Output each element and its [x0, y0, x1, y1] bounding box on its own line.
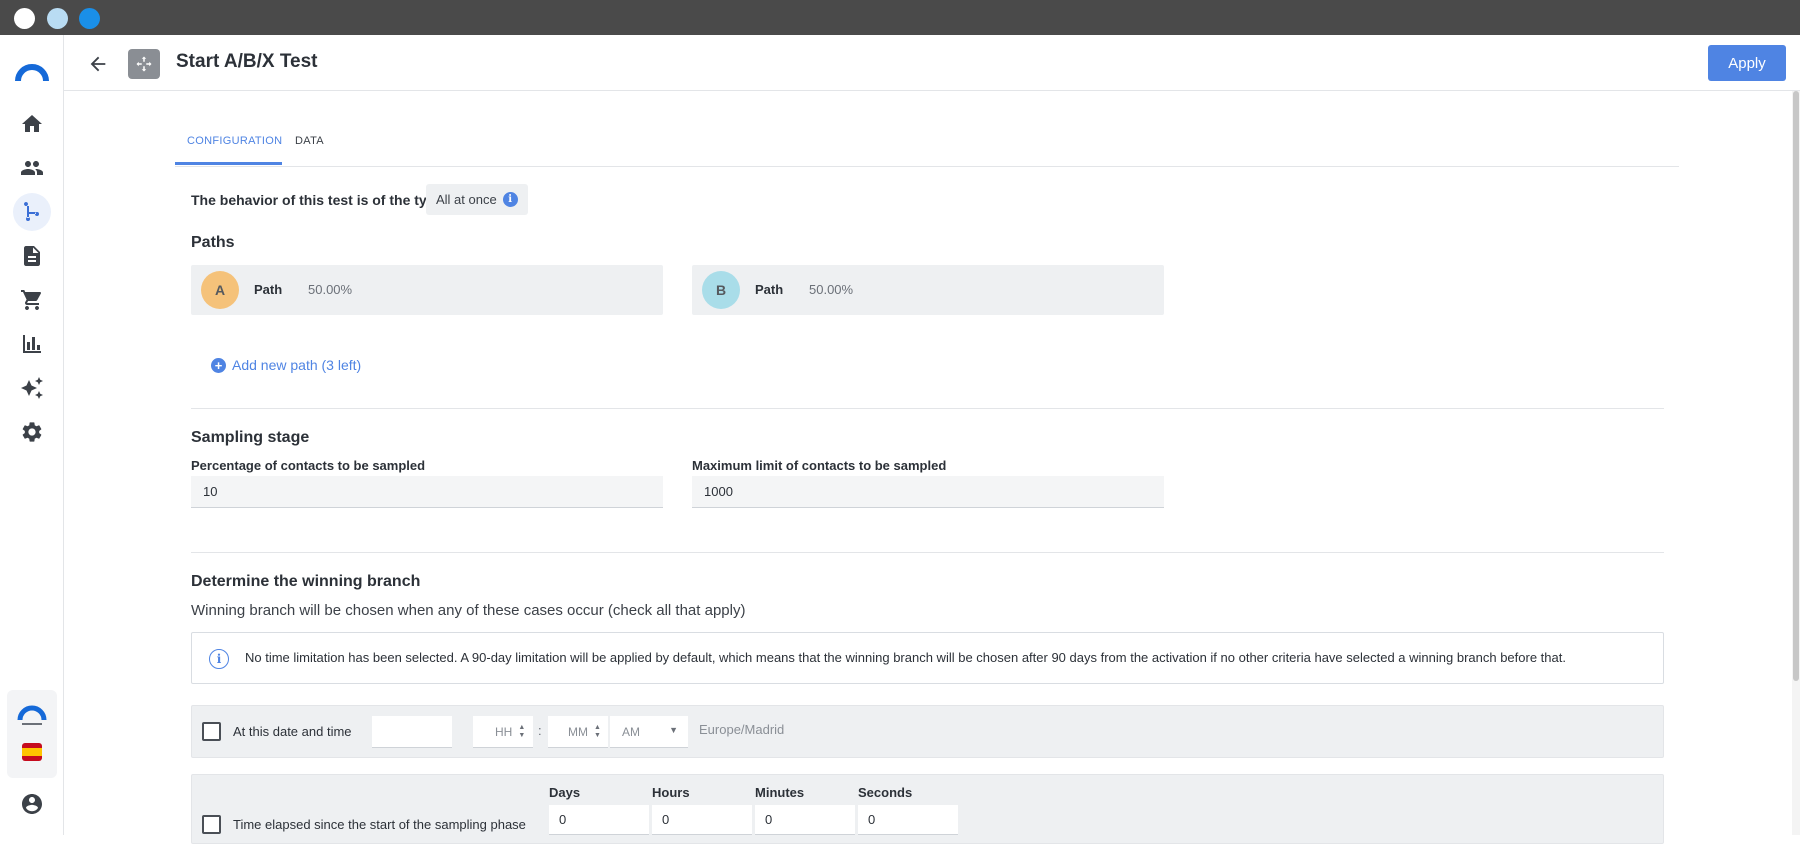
date-input[interactable]: [372, 716, 452, 748]
path-percentage: 50.00%: [308, 282, 353, 297]
people-icon[interactable]: [13, 149, 51, 187]
path-avatar-a: A: [201, 271, 239, 309]
add-new-path-label: Add new path (3 left): [232, 357, 362, 373]
home-icon[interactable]: [13, 105, 51, 143]
date-time-label: At this date and time: [233, 724, 352, 739]
info-notice-text: No time limitation has been selected. A …: [245, 650, 1566, 665]
path-avatar-b: B: [702, 271, 740, 309]
behavior-label: The behavior of this test is of the type: [191, 192, 444, 208]
criteria-time-elapsed: Time elapsed since the start of the samp…: [191, 774, 1664, 844]
max-contacts-label: Maximum limit of contacts to be sampled: [692, 458, 947, 473]
date-time-checkbox[interactable]: [202, 722, 221, 741]
hour-spin-icon[interactable]: ▲ ▼: [518, 724, 525, 740]
sparkles-icon[interactable]: [13, 369, 51, 407]
divider: [191, 408, 1664, 409]
user-account-icon[interactable]: [13, 785, 51, 823]
tab-data[interactable]: DATA: [295, 135, 324, 147]
minutes-input[interactable]: 0: [755, 805, 855, 835]
sampling-percentage-input[interactable]: 10: [191, 476, 663, 508]
minutes-label: Minutes: [755, 785, 805, 800]
hours-input[interactable]: 0: [652, 805, 752, 835]
sidebar: [0, 35, 64, 835]
active-tab-indicator: [175, 162, 282, 165]
sampling-title: Sampling stage: [191, 429, 310, 446]
info-circle-icon: i: [209, 649, 229, 669]
path-percentage: 50.00%: [809, 282, 854, 297]
window-titlebar: [0, 0, 1800, 35]
sampling-percentage-label: Percentage of contacts to be sampled: [191, 458, 426, 473]
window-minimize-dot[interactable]: [47, 8, 68, 29]
apply-button[interactable]: Apply: [1708, 45, 1786, 81]
behavior-type-badge[interactable]: All at once i: [426, 184, 528, 215]
path-name: Path: [755, 282, 784, 297]
tab-configuration[interactable]: CONFIGURATION: [187, 135, 282, 147]
time-elapsed-checkbox[interactable]: [202, 815, 221, 834]
path-card-b[interactable]: B Path 50.00%: [692, 265, 1164, 315]
divider: [191, 552, 1664, 553]
time-elapsed-label: Time elapsed since the start of the samp…: [233, 817, 526, 832]
behavior-type-value: All at once: [436, 192, 497, 207]
app-logo[interactable]: [14, 55, 50, 91]
scrollbar[interactable]: [1792, 91, 1800, 835]
path-name: Path: [254, 282, 283, 297]
ampm-select[interactable]: AM ▼: [610, 716, 688, 748]
days-input[interactable]: 0: [549, 805, 649, 835]
window-close-dot[interactable]: [14, 8, 35, 29]
time-separator: :: [538, 723, 542, 738]
ampm-value: AM: [622, 724, 640, 739]
timezone-label: Europe/Madrid: [699, 722, 785, 737]
minute-stepper[interactable]: MM ▲ ▼: [548, 716, 608, 748]
hours-label: Hours: [652, 785, 690, 800]
path-card-a[interactable]: A Path 50.00%: [191, 265, 663, 315]
ab-test-node-icon: [128, 49, 160, 79]
branch-icon[interactable]: [13, 193, 51, 231]
main-content: CONFIGURATION DATA The behavior of this …: [64, 91, 1792, 844]
hour-stepper[interactable]: HH ▲ ▼: [473, 716, 533, 748]
bar-chart-icon[interactable]: [13, 325, 51, 363]
seconds-label: Seconds: [858, 785, 913, 800]
seconds-input[interactable]: 0: [858, 805, 958, 835]
info-icon[interactable]: i: [502, 192, 518, 207]
minute-spin-icon[interactable]: ▲ ▼: [594, 724, 601, 740]
page-title: Start A/B/X Test: [176, 51, 318, 72]
tab-bar: CONFIGURATION DATA: [175, 111, 1679, 167]
minute-placeholder: MM: [568, 724, 588, 739]
window-maximize-dot[interactable]: [79, 8, 100, 29]
spain-flag-icon: [22, 743, 42, 761]
info-notice: i No time limitation has been selected. …: [191, 632, 1664, 684]
back-button[interactable]: [84, 50, 112, 78]
winning-branch-title: Determine the winning branch: [191, 573, 421, 590]
plus-circle-icon: +: [211, 357, 226, 373]
max-contacts-input[interactable]: 1000: [692, 476, 1164, 508]
paths-title: Paths: [191, 234, 235, 251]
gear-icon[interactable]: [13, 413, 51, 451]
account-switcher[interactable]: [7, 690, 57, 778]
cart-icon[interactable]: [13, 281, 51, 319]
add-new-path-button[interactable]: + Add new path (3 left): [211, 357, 361, 373]
arrow-left-icon: [90, 56, 106, 72]
brand-logo-icon: [17, 705, 47, 725]
page-header: Start A/B/X Test Apply: [64, 35, 1800, 91]
hour-placeholder: HH: [495, 724, 513, 739]
document-icon[interactable]: [13, 237, 51, 275]
winning-branch-subtitle: Winning branch will be chosen when any o…: [191, 602, 746, 619]
criteria-date-time: At this date and time HH ▲ ▼ : MM ▲ ▼ AM ▼…: [191, 705, 1664, 758]
scrollbar-thumb[interactable]: [1793, 91, 1799, 681]
chevron-down-icon: ▼: [669, 725, 678, 735]
days-label: Days: [549, 785, 581, 800]
